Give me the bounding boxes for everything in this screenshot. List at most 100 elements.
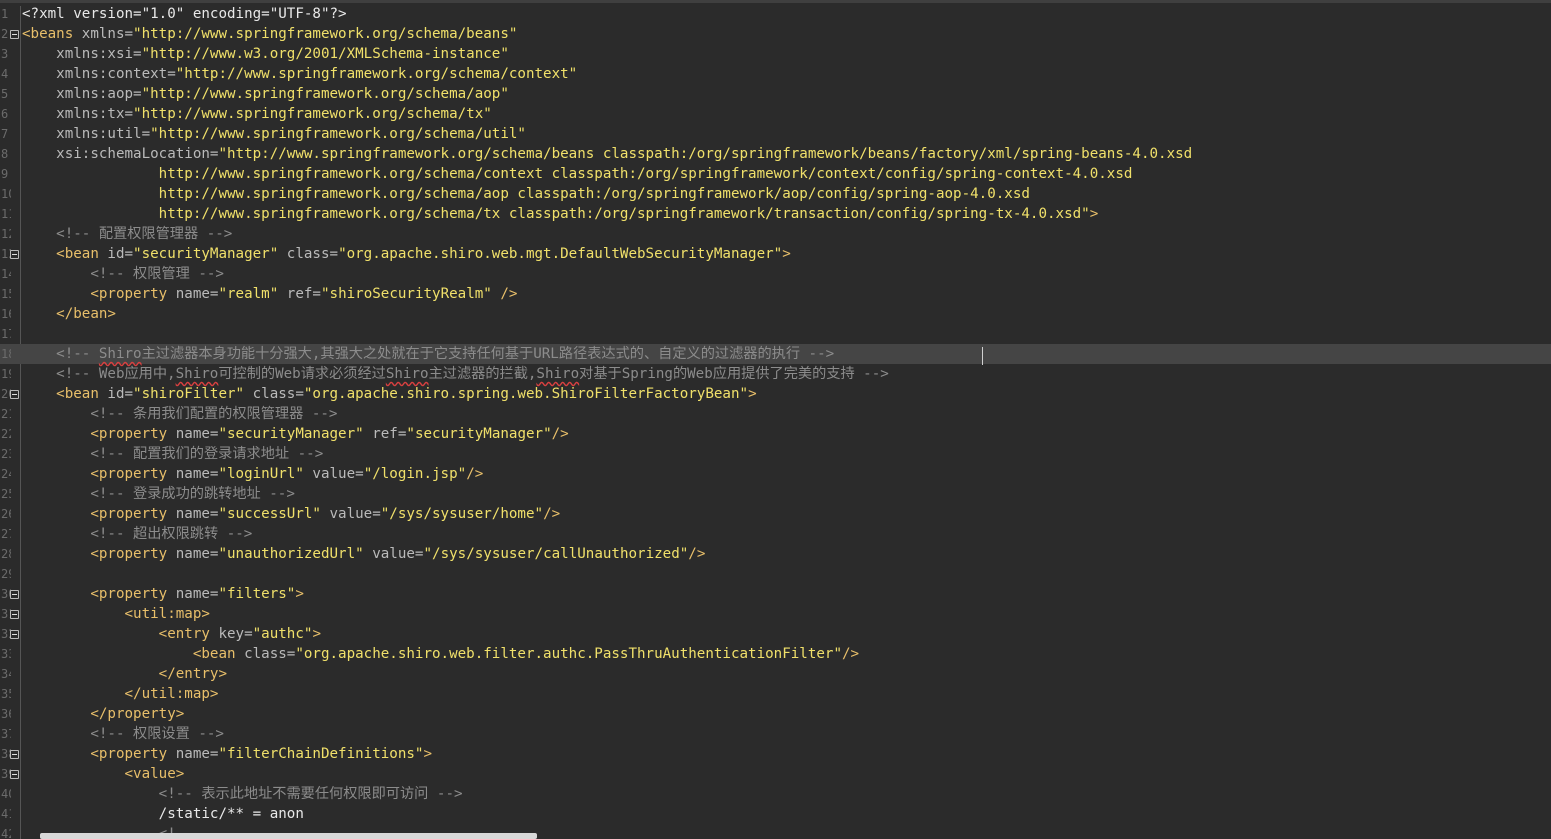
code-line[interactable]: 19 <!-- Web应用中,Shiro可控制的Web请求必须经过Shiro主过…: [0, 364, 1551, 384]
code-line[interactable]: 16 </bean>: [0, 304, 1551, 324]
fold-toggle-icon[interactable]: [10, 630, 19, 639]
code-text[interactable]: <?xml version="1.0" encoding="UTF-8"?>: [22, 4, 347, 24]
code-text[interactable]: </property>: [22, 704, 184, 724]
attribute-token: value=: [320, 506, 381, 522]
code-line[interactable]: 10 http://www.springframework.org/schema…: [0, 184, 1551, 204]
code-line[interactable]: 23 <!-- 配置我们的登录请求地址 -->: [0, 444, 1551, 464]
code-text[interactable]: <bean id="shiroFilter" class="org.apache…: [22, 384, 756, 404]
code-text[interactable]: <!-- 登录成功的跳转地址 -->: [22, 484, 295, 504]
code-text[interactable]: xmlns:aop="http://www.springframework.or…: [22, 84, 509, 104]
fold-toggle-icon[interactable]: [10, 30, 19, 39]
code-line[interactable]: 36 </property>: [0, 704, 1551, 724]
tag-token: <property: [22, 746, 176, 762]
fold-toggle-icon[interactable]: [10, 770, 19, 779]
code-text[interactable]: http://www.springframework.org/schema/tx…: [22, 204, 1099, 224]
code-text[interactable]: <bean class="org.apache.shiro.web.filter…: [22, 644, 859, 664]
code-text[interactable]: <!-- 配置我们的登录请求地址 -->: [22, 444, 323, 464]
value-token: "/sys/sysuser/callUnauthorized": [423, 546, 689, 562]
code-line[interactable]: 22 <property name="securityManager" ref=…: [0, 424, 1551, 444]
code-line[interactable]: 7 xmlns:util="http://www.springframework…: [0, 124, 1551, 144]
code-text[interactable]: /static/** = anon: [22, 804, 304, 824]
code-line[interactable]: 34 </entry>: [0, 664, 1551, 684]
code-text[interactable]: <property name="unauthorizedUrl" value="…: [22, 544, 705, 564]
code-line[interactable]: 9 http://www.springframework.org/schema/…: [0, 164, 1551, 184]
code-text[interactable]: </entry>: [22, 664, 227, 684]
code-text[interactable]: <util:map>: [22, 604, 209, 624]
code-text[interactable]: <property name="realm" ref="shiroSecurit…: [22, 284, 517, 304]
code-line[interactable]: 1 <?xml version="1.0" encoding="UTF-8"?>: [0, 4, 1551, 24]
code-text[interactable]: <property name="successUrl" value="/sys/…: [22, 504, 560, 524]
code-text[interactable]: <beans xmlns="http://www.springframework…: [22, 24, 517, 44]
fold-toggle-icon[interactable]: [10, 390, 19, 399]
code-text[interactable]: <property name="filterChainDefinitions">: [22, 744, 432, 764]
code-text[interactable]: xsi:schemaLocation="http://www.springfra…: [22, 144, 1192, 164]
code-text[interactable]: <!-- Shiro主过滤器本身功能十分强大,其强大之处就在于它支持任何基于UR…: [22, 344, 834, 364]
fold-toggle-icon[interactable]: [10, 250, 19, 259]
code-text[interactable]: <!-- 配置权限管理器 -->: [22, 224, 232, 244]
code-text[interactable]: <!-- 权限设置 -->: [22, 724, 224, 744]
code-line[interactable]: 8 xsi:schemaLocation="http://www.springf…: [0, 144, 1551, 164]
code-editor[interactable]: 1 <?xml version="1.0" encoding="UTF-8"?> 2…: [0, 3, 1551, 839]
code-line[interactable]: 12 <!-- 配置权限管理器 -->: [0, 224, 1551, 244]
code-line[interactable]: 15 <property name="realm" ref="shiroSecu…: [0, 284, 1551, 304]
code-text[interactable]: <property name="loginUrl" value="/login.…: [22, 464, 483, 484]
code-line[interactable]: 38 <property name="filterChainDefinition…: [0, 744, 1551, 764]
code-text[interactable]: http://www.springframework.org/schema/ao…: [22, 184, 1030, 204]
code-line[interactable]: 29: [0, 564, 1551, 584]
code-line[interactable]: 27 <!-- 超出权限跳转 -->: [0, 524, 1551, 544]
attribute-token: name=: [175, 746, 219, 762]
value-token: "shiroFilter": [133, 386, 245, 402]
code-line[interactable]: 14 <!-- 权限管理 -->: [0, 264, 1551, 284]
code-text[interactable]: <!-- 权限管理 -->: [22, 264, 224, 284]
code-text[interactable]: xmlns:util="http://www.springframework.o…: [22, 124, 526, 144]
code-line[interactable]: 21 <!-- 条用我们配置的权限管理器 -->: [0, 404, 1551, 424]
code-line[interactable]: 40 <!-- 表示此地址不需要任何权限即可访问 -->: [0, 784, 1551, 804]
code-line[interactable]: 31 <util:map>: [0, 604, 1551, 624]
code-line[interactable]: 26 <property name="successUrl" value="/s…: [0, 504, 1551, 524]
code-text[interactable]: <!-- 条用我们配置的权限管理器 -->: [22, 404, 337, 424]
code-line[interactable]: 39 <value>: [0, 764, 1551, 784]
code-text[interactable]: </bean>: [22, 304, 116, 324]
code-text[interactable]: <!-- 表示此地址不需要任何权限即可访问 -->: [22, 784, 463, 804]
code-text[interactable]: xmlns:tx="http://www.springframework.org…: [22, 104, 492, 124]
fold-toggle-icon[interactable]: [10, 590, 19, 599]
code-line[interactable]: 17: [0, 324, 1551, 344]
code-text[interactable]: xmlns:context="http://www.springframewor…: [22, 64, 577, 84]
code-line[interactable]: 37 <!-- 权限设置 -->: [0, 724, 1551, 744]
code-line[interactable]: 35 </util:map>: [0, 684, 1551, 704]
horizontal-scrollbar[interactable]: [40, 833, 537, 839]
code-line[interactable]: 3 xmlns:xsi="http://www.w3.org/2001/XMLS…: [0, 44, 1551, 64]
line-number: 7: [1, 127, 9, 141]
code-text[interactable]: </util:map>: [22, 684, 218, 704]
code-text[interactable]: http://www.springframework.org/schema/co…: [22, 164, 1133, 184]
line-number: 14: [1, 267, 11, 281]
value-token: http://www.springframework.org/schema/ao…: [22, 186, 1030, 202]
attribute-token: name=: [175, 546, 219, 562]
code-text[interactable]: <value>: [22, 764, 184, 784]
code-line[interactable]: 25 <!-- 登录成功的跳转地址 -->: [0, 484, 1551, 504]
code-text[interactable]: <entry key="authc">: [22, 624, 321, 644]
code-text[interactable]: <property name="securityManager" ref="se…: [22, 424, 568, 444]
code-line[interactable]: 11 http://www.springframework.org/schema…: [0, 204, 1551, 224]
fold-toggle-icon[interactable]: [10, 750, 19, 759]
code-line[interactable]: 30 <property name="filters">: [0, 584, 1551, 604]
code-text[interactable]: <bean id="securityManager" class="org.ap…: [22, 244, 791, 264]
code-text[interactable]: <!-- 超出权限跳转 -->: [22, 524, 252, 544]
code-line[interactable]: 4 xmlns:context="http://www.springframew…: [0, 64, 1551, 84]
code-line[interactable]: 2 <beans xmlns="http://www.springframewor…: [0, 24, 1551, 44]
line-number: 16: [1, 307, 11, 321]
code-line[interactable]: 32 <entry key="authc">: [0, 624, 1551, 644]
code-line[interactable]: 28 <property name="unauthorizedUrl" valu…: [0, 544, 1551, 564]
fold-toggle-icon[interactable]: [10, 610, 19, 619]
code-line[interactable]: 20 <bean id="shiroFilter" class="org.apa…: [0, 384, 1551, 404]
code-text[interactable]: <property name="filters">: [22, 584, 304, 604]
code-line[interactable]: 41 /static/** = anon: [0, 804, 1551, 824]
code-line[interactable]: 13 <bean id="securityManager" class="org…: [0, 244, 1551, 264]
code-line[interactable]: 5 xmlns:aop="http://www.springframework.…: [0, 84, 1551, 104]
code-line[interactable]: 18 <!-- Shiro主过滤器本身功能十分强大,其强大之处就在于它支持任何基…: [0, 344, 1551, 364]
code-text[interactable]: xmlns:xsi="http://www.w3.org/2001/XMLSch…: [22, 44, 509, 64]
code-text[interactable]: <!-- Web应用中,Shiro可控制的Web请求必须经过Shiro主过滤器的…: [22, 364, 889, 384]
code-line[interactable]: 6 xmlns:tx="http://www.springframework.o…: [0, 104, 1551, 124]
code-line[interactable]: 24 <property name="loginUrl" value="/log…: [0, 464, 1551, 484]
code-line[interactable]: 33 <bean class="org.apache.shiro.web.fil…: [0, 644, 1551, 664]
